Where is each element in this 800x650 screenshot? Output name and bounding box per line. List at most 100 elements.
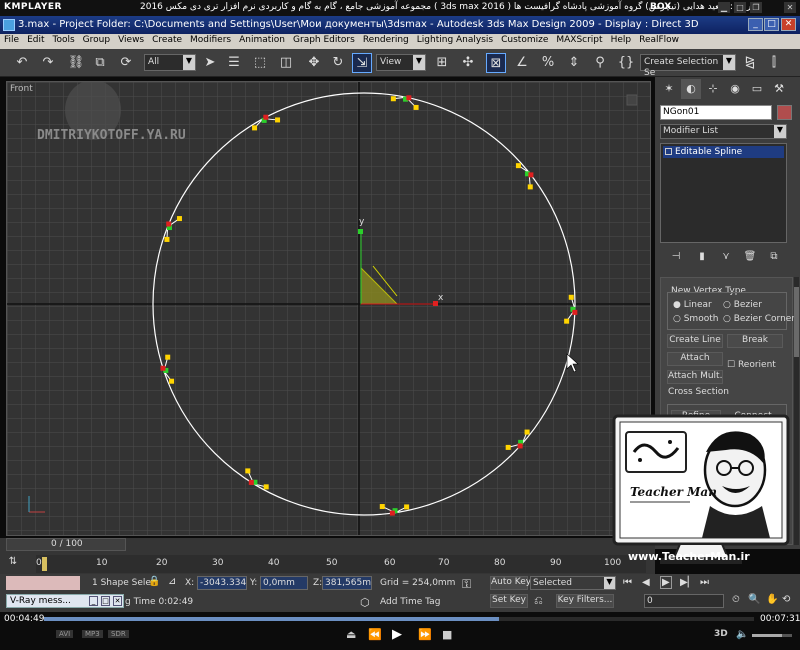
spline-vertex[interactable]	[389, 510, 395, 516]
modifier-list-dropdown[interactable]: Modifier List ▼	[660, 124, 787, 139]
pin-stack-icon[interactable]: ⊣	[666, 247, 686, 267]
spline-vertex[interactable]	[160, 365, 166, 371]
angle-snap-icon[interactable]: ∠	[512, 53, 532, 73]
edit-named-selection-icon[interactable]: {}	[616, 53, 636, 73]
vray-messages-window[interactable]: V-Ray mess... _ □ ✕	[6, 594, 124, 608]
move-icon[interactable]: ✥	[304, 53, 324, 73]
object-color-swatch[interactable]	[777, 105, 792, 120]
display-tab-icon[interactable]: ▭	[747, 79, 767, 99]
bezier-radio[interactable]: ○ Bezier	[723, 300, 762, 310]
menu-lighting-analysis[interactable]: Lighting Analysis	[413, 34, 497, 45]
3d-icon[interactable]: 3D	[714, 629, 728, 639]
spline-vertex[interactable]	[390, 96, 396, 102]
selected-dropdown[interactable]: Selected ▼	[530, 576, 616, 590]
spline-vertex[interactable]	[572, 309, 578, 315]
spline-vertex[interactable]	[263, 484, 269, 490]
spline-vertex[interactable]	[166, 221, 172, 227]
spline-vertex[interactable]	[505, 444, 511, 450]
select-by-name-icon[interactable]: ☰	[224, 53, 244, 73]
eject-icon[interactable]: ⏏	[346, 628, 356, 641]
close-icon[interactable]: ✕	[113, 596, 122, 606]
menu-help[interactable]: Help	[607, 34, 636, 45]
remove-modifier-icon[interactable]: 🗑	[740, 247, 760, 267]
maximize-icon[interactable]: □	[734, 2, 746, 13]
utilities-tab-icon[interactable]: ⚒	[769, 79, 789, 99]
linear-radio[interactable]: ● Linear	[673, 300, 712, 310]
spline-vertex[interactable]	[413, 104, 419, 110]
reference-coordinate-dropdown[interactable]: View ▼	[376, 54, 426, 71]
gizmo-y-handle[interactable]	[358, 229, 363, 234]
spline-vertex[interactable]	[515, 163, 521, 169]
menu-create[interactable]: Create	[148, 34, 186, 45]
play-icon[interactable]: ▶	[392, 627, 402, 642]
command-panel-scrollbar[interactable]	[794, 277, 799, 545]
hierarchy-tab-icon[interactable]: ⊹	[703, 79, 723, 99]
motion-tab-icon[interactable]: ◉	[725, 79, 745, 99]
spline-vertex[interactable]	[245, 468, 251, 474]
smooth-radio[interactable]: ○ Smooth	[673, 314, 718, 324]
modify-tab-icon[interactable]: ◐	[681, 79, 701, 99]
z-coordinate-field[interactable]: 381,565m	[322, 576, 372, 590]
time-slider[interactable]: 0 / 100	[6, 538, 126, 551]
menu-edit[interactable]: Edit	[23, 34, 48, 45]
maximize-icon[interactable]: □	[101, 596, 110, 606]
scrollbar-thumb[interactable]	[794, 287, 799, 357]
attach-mult-button[interactable]: Attach Mult.	[667, 370, 723, 384]
create-tab-icon[interactable]: ✶	[659, 79, 679, 99]
minimize-icon[interactable]: _	[89, 596, 98, 606]
selection-filter-dropdown[interactable]: All ▼	[144, 54, 196, 71]
magnet-icon[interactable]: ⚲	[590, 53, 610, 73]
key-icon[interactable]: ⚿	[462, 577, 471, 592]
percent-snap-icon[interactable]: %	[538, 53, 558, 73]
menu-tools[interactable]: Tools	[49, 34, 79, 45]
spline-vertex[interactable]	[406, 95, 412, 101]
scale-icon[interactable]: ⇲	[352, 53, 372, 73]
maxscript-listener[interactable]	[6, 576, 80, 590]
menu-modifiers[interactable]: Modifiers	[186, 34, 235, 45]
set-key-button[interactable]: Set Key	[490, 594, 528, 608]
expand-icon[interactable]	[665, 148, 672, 155]
track-bar-toggle-icon[interactable]: ⇅	[6, 554, 20, 570]
front-viewport[interactable]: DMITRIYKOTOFF.YA.RU Front y x	[6, 81, 651, 536]
menu-customize[interactable]: Customize	[497, 34, 552, 45]
spline-vertex[interactable]	[263, 114, 269, 120]
configure-modifier-sets-icon[interactable]: ⧉	[764, 247, 784, 267]
menu-graph-editors[interactable]: Graph Editors	[289, 34, 359, 45]
menu-group[interactable]: Group	[79, 34, 114, 45]
attach-button[interactable]: Attach	[667, 352, 723, 366]
spline-vertex[interactable]	[564, 318, 570, 324]
bind-space-warp-icon[interactable]: ⟳	[116, 53, 136, 73]
menu-maxscript[interactable]: MAXScript	[552, 34, 606, 45]
viewport-maximize-icon[interactable]	[626, 94, 638, 106]
lock-selection-icon[interactable]: 🔒	[148, 576, 160, 587]
spline-vertex[interactable]	[176, 216, 182, 222]
time-config-icon[interactable]: ⏲	[732, 594, 740, 605]
rotate-icon[interactable]: ↻	[328, 53, 348, 73]
spline-vertex[interactable]	[164, 236, 170, 242]
volume-slider[interactable]	[752, 634, 792, 637]
auto-key-button[interactable]: Auto Key	[490, 576, 531, 590]
spline-vertex[interactable]	[528, 172, 534, 178]
window-crossing-icon[interactable]: ◫	[276, 53, 296, 73]
bezier-corner-radio[interactable]: ○ Bezier Corner	[723, 314, 795, 324]
orbit-icon[interactable]: ⟲	[782, 594, 790, 605]
close-icon[interactable]: ✕	[784, 2, 796, 13]
undo-icon[interactable]: ↶	[12, 53, 32, 73]
spline-vertex[interactable]	[524, 429, 530, 435]
menu-animation[interactable]: Animation	[235, 34, 289, 45]
key-filters-button[interactable]: Key Filters...	[556, 594, 614, 608]
rewind-icon[interactable]: ⏪	[368, 628, 382, 641]
current-frame-marker[interactable]	[42, 557, 47, 571]
spline-vertex[interactable]	[275, 117, 281, 123]
spinner-snap-icon[interactable]: ⇕	[564, 53, 584, 73]
forward-icon[interactable]: ⏩	[418, 628, 432, 641]
show-end-result-icon[interactable]: ▮	[692, 247, 712, 267]
object-name-field[interactable]: NGon01	[660, 105, 772, 120]
break-button[interactable]: Break	[727, 334, 783, 348]
play-icon[interactable]: ▶	[660, 576, 672, 589]
spline-vertex[interactable]	[165, 354, 171, 360]
stop-icon[interactable]: ■	[442, 628, 452, 641]
stack-item-editable-spline[interactable]: Editable Spline	[663, 146, 784, 158]
minimize-icon[interactable]: _	[748, 18, 763, 31]
named-selection-dropdown[interactable]: Create Selection Se ▼	[640, 54, 736, 78]
